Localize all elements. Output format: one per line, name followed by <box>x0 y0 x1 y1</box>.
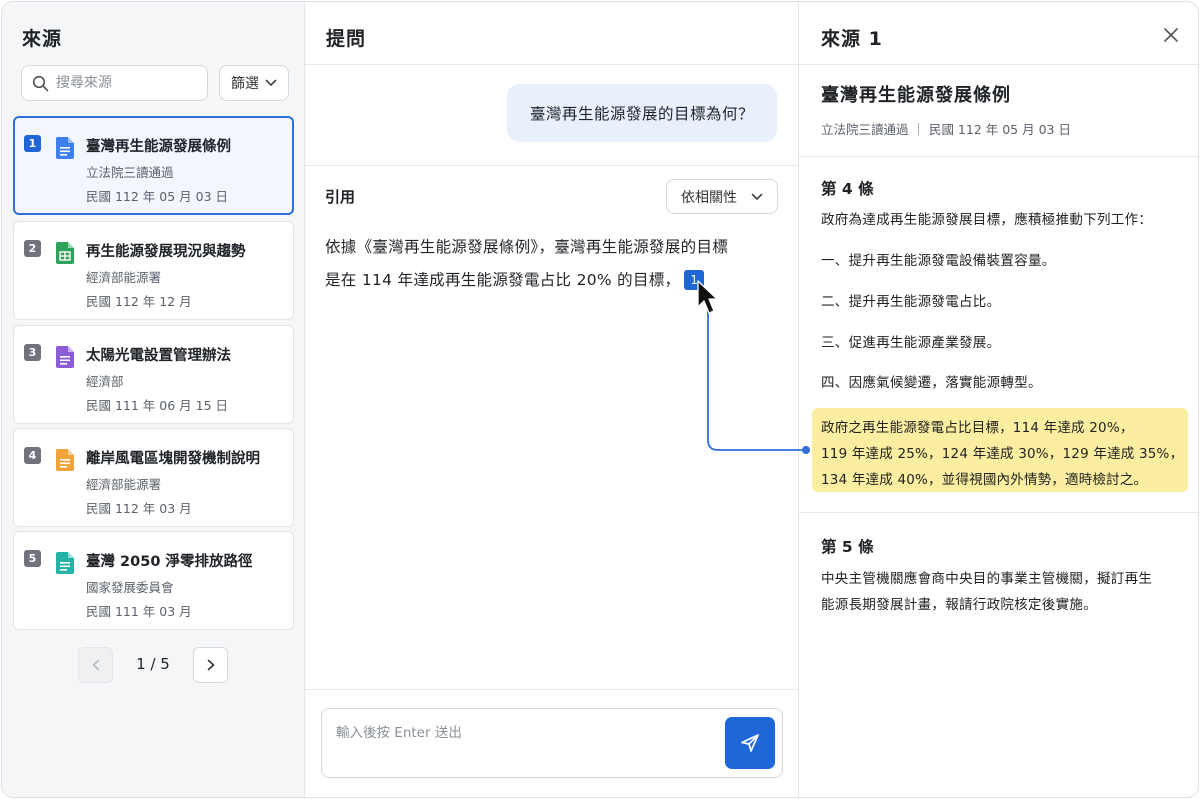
source-number: 1 <box>24 135 41 152</box>
purple-doc-icon <box>56 346 74 368</box>
divider <box>305 64 798 65</box>
answer-line-2: 是在 114 年達成再生能源發電占比 20% 的目標， 1 <box>325 264 765 297</box>
message-composer <box>321 708 783 778</box>
sources-title: 來源 <box>22 28 63 50</box>
search-icon <box>32 75 49 92</box>
chevron-down-icon <box>265 79 277 86</box>
source-subtitle: 經濟部能源署 <box>86 477 162 492</box>
chevron-left-icon <box>92 659 99 671</box>
page-indicator: 1 / 5 <box>136 655 170 673</box>
article-4-item: 四、因應氣候變遷，落實能源轉型。 <box>821 375 1042 391</box>
question-panel: 提問 臺灣再生能源發展的目標為何？ 引用 依相關性 依據《臺灣再生能源發展條例》… <box>305 2 799 797</box>
sort-dropdown[interactable]: 依相關性 <box>666 179 778 214</box>
send-icon <box>741 734 759 752</box>
close-icon[interactable] <box>1161 25 1181 45</box>
divider <box>799 156 1198 157</box>
source-detail-panel: 來源 1 臺灣再生能源發展條例 立法院三讀通過 ｜ 民國 112 年 05 月 … <box>799 2 1198 797</box>
chevron-right-icon <box>207 659 214 671</box>
teal-doc-icon <box>56 552 74 574</box>
source-card-3[interactable]: 3 太陽光電設置管理辦法 經濟部 民國 111 年 06 月 15 日 <box>13 325 294 424</box>
source-number: 3 <box>24 344 41 361</box>
article-5-line: 能源長期發展計畫，報請行政院核定後實施。 <box>821 597 1097 613</box>
source-card-2[interactable]: 2 再生能源發展現況與趨勢 經濟部能源署 民國 112 年 12 月 <box>13 221 294 320</box>
source-date: 民國 112 年 05 月 03 日 <box>86 189 229 204</box>
source-date: 民國 111 年 03 月 <box>86 604 192 619</box>
article-5-heading: 第 5 條 <box>821 538 874 556</box>
orange-doc-icon <box>56 449 74 471</box>
filter-label: 篩選 <box>231 76 259 92</box>
source-card-4[interactable]: 4 離岸風電區塊開發機制說明 經濟部能源署 民國 112 年 03 月 <box>13 428 294 527</box>
blue-doc-icon <box>56 137 74 159</box>
document-title: 臺灣再生能源發展條例 <box>821 85 1011 106</box>
prev-page-button[interactable] <box>78 647 113 683</box>
source-title: 再生能源發展現況與趨勢 <box>86 244 246 260</box>
send-button[interactable] <box>725 717 775 769</box>
search-box[interactable] <box>21 65 208 101</box>
source-title: 臺灣再生能源發展條例 <box>86 139 231 155</box>
source-title: 太陽光電設置管理辦法 <box>86 348 231 364</box>
source-number: 2 <box>24 240 41 257</box>
divider <box>305 165 798 166</box>
divider <box>799 512 1198 513</box>
green-sheet-icon <box>56 242 74 264</box>
highlight-line: 政府之再生能源發電占比目標，114 年達成 20%， <box>821 420 1134 436</box>
highlight-line: 119 年達成 25%，124 年達成 30%，129 年達成 35%， <box>821 446 1184 462</box>
article-4-item: 一、提升再生能源發電設備裝置容量。 <box>821 253 1056 269</box>
source-detail-title: 來源 1 <box>821 28 883 50</box>
divider <box>305 689 798 690</box>
question-title: 提問 <box>326 28 367 50</box>
document-meta: 立法院三讀通過 ｜ 民國 112 年 05 月 03 日 <box>821 122 1071 137</box>
message-input[interactable] <box>336 721 716 761</box>
answer-line: 是在 114 年達成再生能源發電占比 20% 的目標， <box>325 271 681 289</box>
chevron-down-icon <box>751 193 763 200</box>
answer-text: 依據《臺灣再生能源發展條例》，臺灣再生能源發展的目標 是在 114 年達成再生能… <box>325 231 765 297</box>
source-subtitle: 立法院三讀通過 <box>86 165 174 180</box>
answer-line: 依據《臺灣再生能源發展條例》，臺灣再生能源發展的目標 <box>325 238 729 256</box>
source-card-1[interactable]: 1 臺灣再生能源發展條例 立法院三讀通過 民國 112 年 05 月 03 日 <box>13 116 294 215</box>
citation-label: 引用 <box>325 188 356 206</box>
article-5-line: 中央主管機關應會商中央目的事業主管機關，擬訂再生 <box>821 571 1153 587</box>
article-4-item: 三、促進再生能源產業發展。 <box>821 335 1001 351</box>
sources-panel: 來源 篩選 1 臺灣再生能源發展條例 立法院三讀通過 民國 112 年 05 月… <box>2 2 305 797</box>
sort-label: 依相關性 <box>681 189 737 206</box>
source-date: 民國 112 年 12 月 <box>86 294 192 309</box>
source-subtitle: 國家發展委員會 <box>86 580 174 595</box>
source-subtitle: 經濟部能源署 <box>86 270 162 285</box>
source-number: 4 <box>24 447 41 464</box>
article-4-item: 二、提升再生能源發電占比。 <box>821 294 1001 310</box>
article-4-intro: 政府為達成再生能源發展目標，應積極推動下列工作： <box>821 212 1153 228</box>
source-title: 離岸風電區塊開發機制說明 <box>86 451 260 467</box>
filter-button[interactable]: 篩選 <box>219 65 289 101</box>
article-4-heading: 第 4 條 <box>821 180 874 198</box>
app-window: 來源 篩選 1 臺灣再生能源發展條例 立法院三讀通過 民國 112 年 05 月… <box>1 1 1199 798</box>
question-bubble: 臺灣再生能源發展的目標為何？ <box>507 84 777 142</box>
source-title: 臺灣 2050 淨零排放路徑 <box>86 554 253 570</box>
search-input[interactable] <box>56 66 204 100</box>
divider <box>799 64 1198 65</box>
source-date: 民國 112 年 03 月 <box>86 501 192 516</box>
source-subtitle: 經濟部 <box>86 374 124 389</box>
highlight-line: 134 年達成 40%，並得視國內外情勢，適時檢討之。 <box>821 472 1148 488</box>
citation-chip[interactable]: 1 <box>684 270 705 290</box>
pagination: 1 / 5 <box>78 647 228 683</box>
source-card-5[interactable]: 5 臺灣 2050 淨零排放路徑 國家發展委員會 民國 111 年 03 月 <box>13 531 294 630</box>
next-page-button[interactable] <box>193 647 228 683</box>
source-date: 民國 111 年 06 月 15 日 <box>86 398 229 413</box>
source-number: 5 <box>24 550 41 567</box>
